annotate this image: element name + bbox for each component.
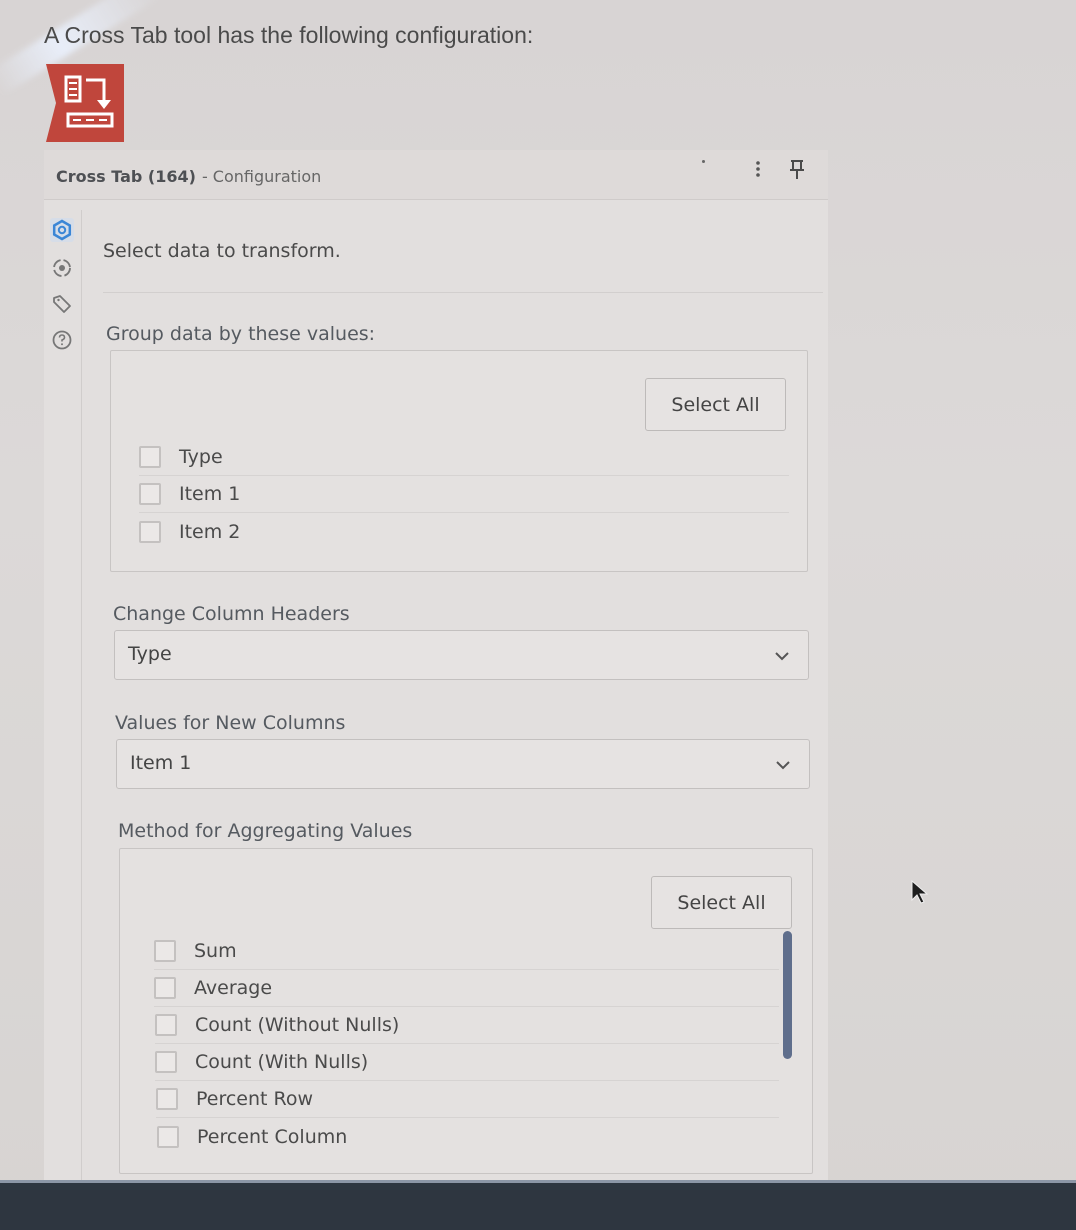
- aggregation-item-count-without-nulls[interactable]: Count (Without Nulls): [155, 1007, 779, 1044]
- mouse-cursor-icon: [910, 879, 932, 906]
- pin-icon[interactable]: [788, 158, 806, 182]
- side-rail: [44, 210, 82, 1180]
- aggregation-item-percent-column[interactable]: Percent Column: [157, 1118, 779, 1155]
- connection-icon[interactable]: [50, 256, 74, 280]
- chevron-down-icon: [775, 756, 791, 770]
- checkbox-label: Percent Row: [196, 1088, 314, 1110]
- checkbox[interactable]: [156, 1088, 178, 1110]
- panel-title: Cross Tab (164) - Configuration: [56, 167, 321, 186]
- cross-tab-tool-icon: [46, 64, 124, 142]
- tag-icon[interactable]: [50, 292, 74, 316]
- intro-text: Select data to transform.: [103, 240, 341, 262]
- question-text: A Cross Tab tool has the following confi…: [44, 22, 534, 48]
- configuration-panel: Cross Tab (164) - Configuration Select d…: [44, 150, 828, 1180]
- dot-mark: [702, 160, 705, 163]
- column-headers-dropdown[interactable]: Type: [114, 630, 809, 680]
- help-icon[interactable]: [50, 328, 74, 352]
- group-by-item-type[interactable]: Type: [139, 439, 789, 476]
- aggregation-item-average[interactable]: Average: [154, 970, 779, 1007]
- dropdown-value: Item 1: [130, 752, 192, 774]
- aggregation-item-sum[interactable]: Sum: [154, 933, 779, 970]
- checkbox[interactable]: [154, 977, 176, 999]
- checkbox[interactable]: [139, 520, 161, 543]
- checkbox-label: Type: [179, 446, 223, 468]
- gear-icon[interactable]: [50, 218, 74, 242]
- group-by-item-item-1[interactable]: Item 1: [139, 476, 789, 513]
- new-column-values-dropdown[interactable]: Item 1: [116, 739, 810, 789]
- tool-name: Cross Tab (164): [56, 167, 196, 186]
- checkbox-label: Count (With Nulls): [195, 1051, 369, 1073]
- group-by-list: Select All Type Item 1 Item 2: [110, 350, 808, 572]
- checkbox[interactable]: [155, 1051, 177, 1073]
- column-headers-label: Change Column Headers: [113, 603, 350, 625]
- aggregation-list: Select All Sum Average Count (Without Nu…: [119, 848, 813, 1174]
- aggregation-item-count-with-nulls[interactable]: Count (With Nulls): [155, 1044, 779, 1081]
- checkbox[interactable]: [139, 483, 161, 505]
- aggregation-item-percent-row[interactable]: Percent Row: [156, 1081, 779, 1118]
- checkbox[interactable]: [155, 1014, 177, 1036]
- aggregation-label: Method for Aggregating Values: [118, 820, 413, 842]
- checkbox-label: Average: [194, 977, 273, 999]
- chevron-down-icon: [774, 647, 790, 661]
- divider: [103, 292, 823, 293]
- group-by-label: Group data by these values:: [106, 323, 376, 345]
- panel-subtitle: - Configuration: [201, 167, 322, 186]
- new-column-values-label: Values for New Columns: [115, 712, 346, 734]
- checkbox-label: Count (Without Nulls): [195, 1014, 400, 1036]
- taskbar: [0, 1180, 1076, 1230]
- checkbox-label: Sum: [194, 940, 237, 962]
- checkbox-label: Item 2: [179, 520, 241, 543]
- dropdown-value: Type: [128, 643, 172, 665]
- checkbox[interactable]: [157, 1125, 179, 1148]
- panel-header: Cross Tab (164) - Configuration: [44, 150, 828, 200]
- group-by-item-item-2[interactable]: Item 2: [139, 513, 789, 550]
- checkbox[interactable]: [139, 446, 161, 468]
- checkbox[interactable]: [154, 940, 176, 962]
- more-options-icon[interactable]: [752, 158, 764, 182]
- checkbox-label: Percent Column: [197, 1125, 348, 1148]
- scrollbar-thumb[interactable]: [783, 931, 792, 1059]
- group-by-select-all-button[interactable]: Select All: [645, 378, 786, 431]
- aggregation-select-all-button[interactable]: Select All: [651, 876, 792, 929]
- checkbox-label: Item 1: [179, 483, 241, 505]
